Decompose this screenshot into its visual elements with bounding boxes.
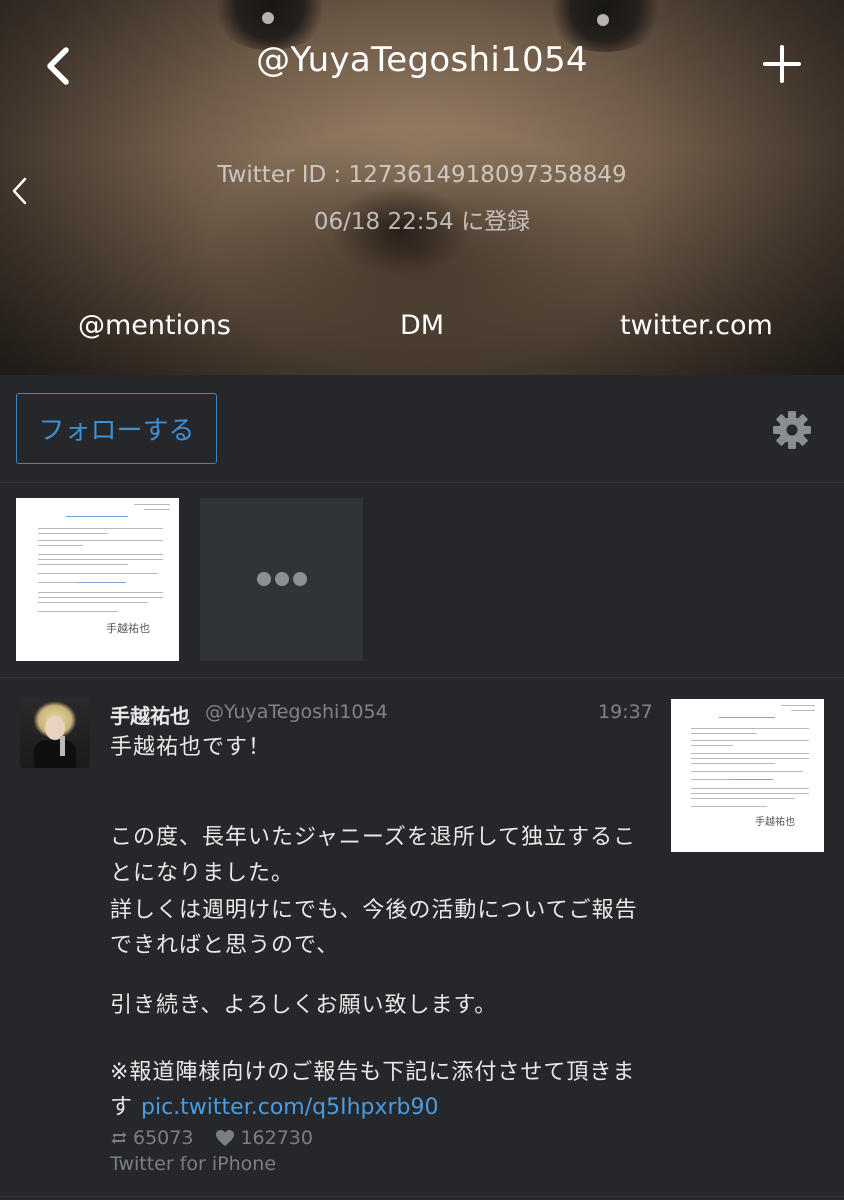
- tweet-text-line: この度、長年いたジャニーズを退所して独立するこ: [110, 825, 637, 850]
- divider: [0, 482, 844, 483]
- tweet-stats: 65073 162730: [110, 1127, 313, 1149]
- gear-icon[interactable]: [772, 410, 812, 450]
- retweet-icon[interactable]: [110, 1130, 128, 1146]
- tweet-timestamp: 19:37: [598, 701, 653, 723]
- tweet-text-line: 手越祐也です！: [110, 735, 272, 760]
- tweet-text-line: 詳しくは週明けにでも、今後の活動についてご報告: [110, 898, 638, 923]
- heart-icon[interactable]: [215, 1129, 235, 1147]
- tweet-text-line: 引き続き、よろしくお願い致します。: [110, 993, 498, 1018]
- tweet-text-fragment: す: [110, 1095, 134, 1120]
- retweet-count: 65073: [133, 1127, 194, 1149]
- dm-link[interactable]: DM: [400, 310, 444, 341]
- document-signature: 手越祐也: [106, 622, 150, 635]
- tweet-media-link[interactable]: pic.twitter.com/q5Ihpxrb90: [141, 1095, 438, 1120]
- tweet-text-line: とになりました。: [110, 861, 295, 886]
- tweet-display-name[interactable]: 手越祐也: [110, 700, 190, 729]
- follow-button[interactable]: フォローする: [16, 393, 217, 464]
- tweet-text-line-last: す pic.twitter.com/q5Ihpxrb90: [110, 1090, 650, 1126]
- media-thumbnail-document[interactable]: 手越祐也: [16, 498, 179, 661]
- like-count: 162730: [240, 1127, 313, 1149]
- document-signature: 手越祐也: [755, 817, 795, 828]
- plus-icon[interactable]: [762, 44, 802, 84]
- profile-header: @YuyaTegoshi1054 Twitter ID : 1273614918…: [0, 0, 844, 375]
- tweet-text-line: できればと思うので、: [110, 933, 340, 958]
- tweet-media-thumbnail[interactable]: 手越祐也: [671, 699, 824, 852]
- divider: [0, 1196, 844, 1197]
- tweet-source: Twitter for iPhone: [110, 1153, 277, 1175]
- twitter-id-text: Twitter ID : 1273614918097358849: [217, 162, 627, 188]
- registered-date-text: 06/18 22:54 に登録: [313, 209, 531, 235]
- tweet-text-line: ※報道陣様向けのご報告も下記に添付させて頂きま: [110, 1060, 636, 1085]
- more-dots-icon: [257, 572, 271, 586]
- mentions-link[interactable]: @mentions: [78, 310, 231, 341]
- more-media-button[interactable]: [200, 498, 363, 661]
- avatar[interactable]: [20, 698, 90, 768]
- tweet-screen-name[interactable]: @YuyaTegoshi1054: [205, 701, 388, 723]
- profile-handle-title: @YuyaTegoshi1054: [256, 40, 588, 80]
- twitter-com-link[interactable]: twitter.com: [620, 310, 773, 341]
- divider: [0, 677, 844, 678]
